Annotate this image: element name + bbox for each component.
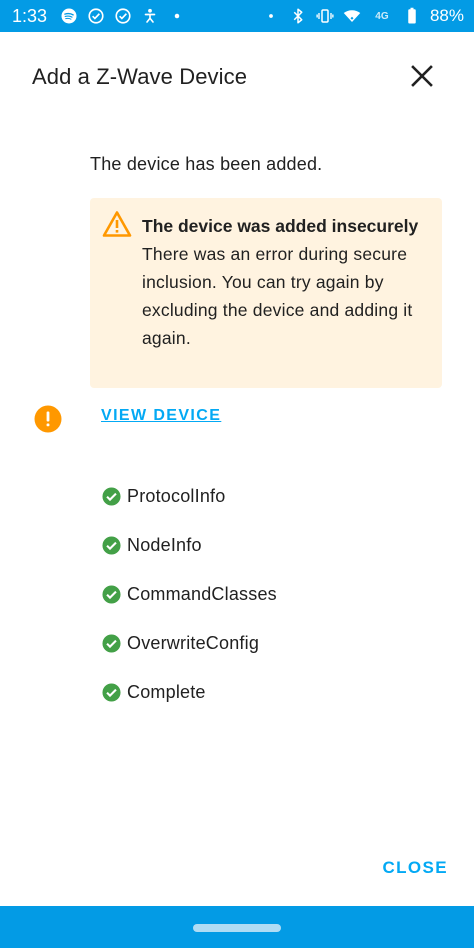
check-circle-icon [102, 585, 121, 604]
check-circle-icon [102, 683, 121, 702]
step-label: OverwriteConfig [127, 633, 260, 653]
spotify-icon [60, 7, 78, 25]
step-item-complete: Complete [102, 668, 277, 717]
navigation-bar [0, 906, 474, 948]
check-circle-icon [114, 7, 132, 25]
wifi-icon [343, 7, 361, 25]
step-item-overwriteconfig: OverwriteConfig [102, 619, 277, 668]
home-gesture-handle[interactable] [193, 924, 281, 932]
bluetooth-icon [289, 7, 307, 25]
step-item-commandclasses: CommandClasses [102, 570, 277, 619]
cellular-signal-icon: 4G [370, 7, 394, 25]
view-device-link[interactable]: VIEW DEVICE [101, 407, 221, 425]
warning-icon [102, 211, 132, 237]
step-label: Complete [127, 682, 206, 702]
dialog-title: Add a Z-Wave Device [32, 64, 248, 89]
status-bar: 1:33 4G 88% [0, 0, 474, 32]
close-icon[interactable] [410, 64, 434, 88]
step-label: NodeInfo [127, 535, 202, 555]
vibrate-icon [316, 7, 334, 25]
step-item-protocolinfo: ProtocolInfo [102, 472, 277, 521]
status-time: 1:33 [12, 5, 48, 26]
step-item-nodeinfo: NodeInfo [102, 521, 277, 570]
dot-icon [262, 7, 280, 25]
warning-alert: The device was added insecurely There wa… [90, 198, 442, 388]
battery-icon [403, 7, 421, 25]
step-label: CommandClasses [127, 584, 277, 604]
check-circle-icon [87, 7, 105, 25]
warning-message: There was an error during secure inclusi… [142, 244, 413, 348]
dot-icon [168, 7, 186, 25]
device-added-message: The device has been added. [90, 154, 323, 174]
check-circle-icon [102, 487, 121, 506]
dialog-header: Add a Z-Wave Device [0, 32, 474, 122]
inclusion-steps-list: ProtocolInfo NodeInfo CommandClasses Ove… [102, 472, 277, 717]
check-circle-icon [102, 536, 121, 555]
step-label: ProtocolInfo [127, 486, 226, 506]
accessibility-icon [141, 7, 159, 25]
close-button[interactable]: CLOSE [382, 858, 448, 878]
check-circle-icon [102, 634, 121, 653]
warning-title: The device was added insecurely [142, 216, 419, 236]
network-type-label: 4G [375, 10, 389, 22]
battery-percent: 88% [429, 6, 464, 25]
alert-circle-icon [34, 405, 62, 433]
